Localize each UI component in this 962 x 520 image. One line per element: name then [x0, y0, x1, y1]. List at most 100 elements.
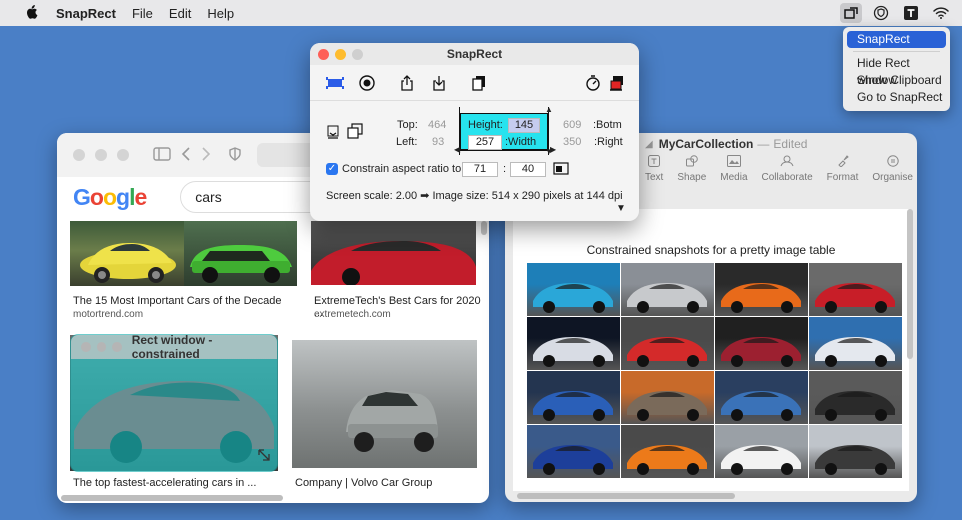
rect-zoom-button[interactable]: [112, 342, 122, 352]
tool-organise[interactable]: Organise: [872, 155, 913, 183]
snaprect-status-menu: SnapRect Hide Rect window Show Clipboard…: [843, 27, 950, 111]
snaprect-titlebar[interactable]: SnapRect: [310, 43, 639, 65]
table-car-image[interactable]: [715, 317, 808, 370]
tool-collaborate[interactable]: Collaborate: [762, 155, 813, 183]
tool-label: Format: [826, 172, 859, 183]
wifi-icon[interactable]: [930, 3, 952, 23]
table-car-image[interactable]: [527, 425, 620, 478]
close-button[interactable]: [318, 48, 329, 60]
result-caption[interactable]: Company | Volvo Car Group: [295, 477, 432, 489]
clipboard-copy-icon[interactable]: [468, 72, 490, 94]
pages-horizontal-scrollbar[interactable]: [517, 493, 735, 499]
back-icon[interactable]: [181, 145, 191, 166]
close-button[interactable]: [73, 149, 85, 161]
copy-rect-icon[interactable]: [347, 123, 363, 142]
tool-media[interactable]: Media: [720, 155, 748, 183]
top-label: Top:: [397, 119, 418, 131]
text-tool-icon: [648, 155, 661, 170]
result-image-volvo[interactable]: [292, 340, 477, 468]
menu-help[interactable]: Help: [207, 6, 234, 21]
menu-app-name[interactable]: SnapRect: [56, 6, 116, 21]
width-input[interactable]: 257: [468, 135, 502, 150]
text-app-icon[interactable]: [900, 3, 922, 23]
bottom-value[interactable]: 609: [563, 119, 581, 131]
result-image-dodge[interactable]: [184, 221, 297, 286]
constrain-checkbox[interactable]: ✓: [326, 163, 338, 175]
zoom-button: [352, 48, 363, 60]
zoom-button[interactable]: [117, 149, 129, 161]
pages-vertical-scrollbar[interactable]: [907, 209, 913, 359]
rect-minimize-button[interactable]: [96, 342, 107, 352]
vertical-scrollbar[interactable]: [481, 221, 487, 235]
table-car-image[interactable]: [715, 425, 808, 478]
ratio-width-input[interactable]: 71: [462, 162, 498, 177]
menu-item-hide-rect-window[interactable]: Hide Rect window: [847, 55, 946, 87]
rect-window[interactable]: Rect window - constrained: [70, 334, 278, 472]
result-caption[interactable]: The 15 Most Important Cars of the Decade: [73, 295, 282, 307]
snaprect-menubar-icon[interactable]: [840, 3, 862, 23]
table-car-image[interactable]: [809, 317, 902, 370]
timer-icon[interactable]: [582, 72, 604, 94]
ratio-height-input[interactable]: 40: [510, 162, 546, 177]
table-car-image[interactable]: [715, 371, 808, 424]
menu-item-snaprect[interactable]: SnapRect: [847, 31, 946, 48]
bottom-label: :Botm: [593, 119, 622, 131]
privacy-shield-icon[interactable]: [229, 146, 241, 164]
result-source[interactable]: extremetech.com: [314, 309, 391, 320]
horizontal-scrollbar[interactable]: [61, 495, 283, 501]
snapshot-stack-icon[interactable]: [606, 72, 628, 94]
sidebar-icon[interactable]: [153, 146, 171, 164]
tool-format[interactable]: Format: [826, 155, 859, 183]
table-car-image[interactable]: [621, 371, 714, 424]
rect-select-icon[interactable]: [324, 72, 346, 94]
menu-edit[interactable]: Edit: [169, 6, 191, 21]
menu-file[interactable]: File: [132, 6, 153, 21]
google-logo[interactable]: Google: [73, 184, 147, 211]
resize-handle-icon[interactable]: [257, 448, 271, 465]
table-car-image[interactable]: [527, 371, 620, 424]
target-icon[interactable]: [356, 72, 378, 94]
table-car-image[interactable]: [809, 371, 902, 424]
align-bottom-icon[interactable]: [327, 125, 339, 142]
table-car-image[interactable]: [809, 263, 902, 316]
tool-label: Collaborate: [761, 172, 813, 183]
tool-shape[interactable]: Shape: [677, 155, 706, 183]
format-brush-icon: [837, 155, 849, 170]
width-label: :Width: [505, 136, 537, 148]
height-input[interactable]: 145: [508, 118, 540, 133]
document-title[interactable]: MyCarCollection: [659, 137, 754, 151]
minimize-button[interactable]: [95, 149, 107, 161]
aspect-preset-icon[interactable]: [553, 161, 569, 178]
document-heading[interactable]: Constrained snapshots for a pretty image…: [513, 243, 909, 257]
menu-item-show-clipboard[interactable]: Show Clipboard: [847, 72, 946, 89]
table-car-image[interactable]: [527, 317, 620, 370]
disclosure-triangle-icon[interactable]: ▼: [616, 203, 626, 214]
table-car-image[interactable]: [527, 263, 620, 316]
minimize-button[interactable]: [335, 48, 346, 60]
table-car-image[interactable]: [715, 263, 808, 316]
right-value[interactable]: 350: [563, 136, 581, 148]
forward-icon[interactable]: [201, 145, 211, 166]
table-car-image[interactable]: [809, 425, 902, 478]
arrow-head-icon: ◀: [454, 145, 461, 154]
table-car-image[interactable]: [621, 317, 714, 370]
table-car-image[interactable]: [621, 425, 714, 478]
rect-window-titlebar[interactable]: Rect window - constrained: [71, 335, 277, 361]
menu-bar: SnapRect File Edit Help: [0, 0, 962, 26]
menu-item-go-to-snaprect[interactable]: Go to SnapRect: [847, 89, 946, 106]
apple-icon[interactable]: [26, 4, 38, 22]
document-page[interactable]: Constrained snapshots for a pretty image…: [513, 209, 909, 491]
import-icon[interactable]: [428, 72, 450, 94]
result-source[interactable]: motortrend.com: [73, 309, 143, 320]
left-value[interactable]: 93: [432, 136, 444, 148]
rect-close-button[interactable]: [81, 342, 91, 352]
result-image-porsche[interactable]: [70, 221, 184, 286]
top-value[interactable]: 464: [428, 119, 446, 131]
result-caption[interactable]: The top fastest-accelerating cars in ...: [73, 477, 256, 489]
shield-icon[interactable]: [870, 3, 892, 23]
tool-text[interactable]: Text: [645, 155, 663, 183]
share-export-icon[interactable]: [396, 72, 418, 94]
table-car-image[interactable]: [621, 263, 714, 316]
result-image-red-car[interactable]: [311, 221, 476, 285]
document-icon: ◢: [645, 138, 653, 150]
